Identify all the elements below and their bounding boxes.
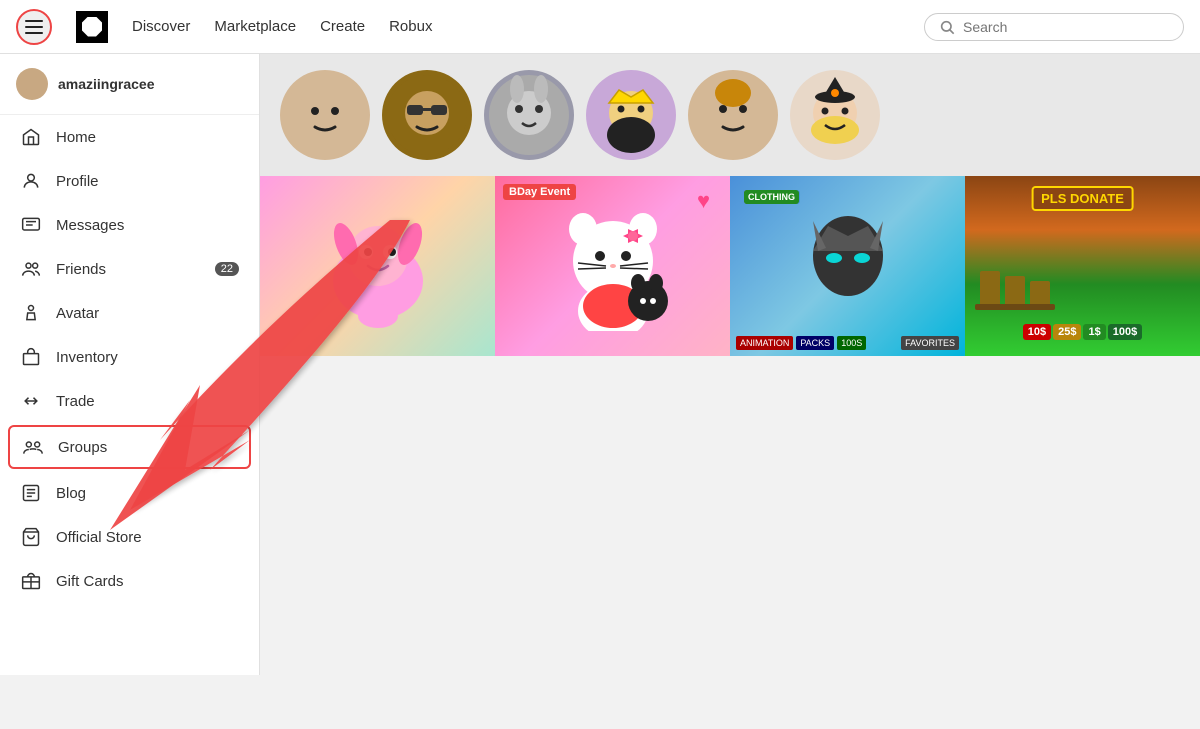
trade-label: Trade [56,393,95,410]
top-navigation: Discover Marketplace Create Robux [0,0,1200,54]
groups-icon [22,436,44,458]
store-icon [20,526,42,548]
sidebar-item-groups[interactable]: Groups [8,425,251,469]
store-label: Official Store [56,529,142,546]
friends-badge: 22 [215,262,239,276]
game-card-featured[interactable]: FEATURED HAIR CLOTHING ANIMATION PACKS 1… [730,176,965,356]
sidebar-item-home[interactable]: Home [0,115,259,159]
donate-1-btn[interactable]: 1$ [1083,324,1105,340]
search-icon [939,19,955,35]
page-layout: amaziingracee Home Profile [0,54,1200,675]
sidebar-item-profile[interactable]: Profile [0,159,259,203]
messages-icon [20,214,42,236]
blog-label: Blog [56,485,86,502]
friend-avatar-5[interactable] [688,70,778,160]
blog-icon [20,482,42,504]
giftcards-label: Gift Cards [56,573,124,590]
sidebar-item-friends[interactable]: Friends 22 [0,247,259,291]
roblox-logo[interactable] [76,11,108,43]
user-profile-row[interactable]: amaziingracee [0,54,259,115]
sidebar-item-giftcards[interactable]: Gift Cards [0,559,259,603]
nav-discover[interactable]: Discover [132,18,190,35]
donate-10-btn[interactable]: 10$ [1023,324,1051,340]
donate-amounts-row: 10$ 25$ 1$ 100$ [1023,324,1142,340]
sidebar-item-inventory[interactable]: Inventory [0,335,259,379]
search-box[interactable] [924,13,1184,41]
hamburger-button[interactable] [16,9,52,45]
messages-label: Messages [56,217,124,234]
sidebar-item-store[interactable]: Official Store [0,515,259,559]
friend-avatar-1[interactable] [280,70,370,160]
home-label: Home [56,129,96,146]
trade-icon [20,390,42,412]
inventory-label: Inventory [56,349,118,366]
username-label: amaziingracee [58,76,155,92]
sidebar: amaziingracee Home Profile [0,54,260,675]
nav-marketplace[interactable]: Marketplace [214,18,296,35]
inventory-icon [20,346,42,368]
friend-avatar-6[interactable] [790,70,880,160]
game-card-axolotl[interactable] [260,176,495,356]
sidebar-item-avatar[interactable]: Avatar [0,291,259,335]
heart-icon: ♥ [697,188,710,214]
profile-label: Profile [56,173,99,190]
donate-100-btn[interactable]: 100$ [1108,324,1142,340]
hamburger-icon [25,20,43,34]
friend-avatar-2[interactable] [382,70,472,160]
game-card-donate[interactable]: PLS DONATE 10$ 25$ 1$ 100$ [965,176,1200,356]
search-input[interactable] [963,19,1169,35]
friends-icon [20,258,42,280]
sidebar-item-messages[interactable]: Messages [0,203,259,247]
game-card-bday[interactable]: BDay Event [495,176,730,356]
groups-label: Groups [58,439,107,456]
user-avatar [16,68,48,100]
games-section: BDay Event [260,176,1200,356]
avatar-label: Avatar [56,305,99,322]
friend-avatar-4[interactable] [586,70,676,160]
avatar-icon [20,302,42,324]
friends-avatars-section [260,54,1200,176]
profile-icon [20,170,42,192]
sidebar-item-blog[interactable]: Blog [0,471,259,515]
gift-icon [20,570,42,592]
nav-robux[interactable]: Robux [389,18,432,35]
donate-25-btn[interactable]: 25$ [1053,324,1081,340]
friends-label: Friends [56,261,106,278]
nav-create[interactable]: Create [320,18,365,35]
friend-avatar-3[interactable] [484,70,574,160]
main-content: BDay Event [260,54,1200,675]
sidebar-item-trade[interactable]: Trade [0,379,259,423]
donation-stands [975,266,1055,326]
home-icon [20,126,42,148]
